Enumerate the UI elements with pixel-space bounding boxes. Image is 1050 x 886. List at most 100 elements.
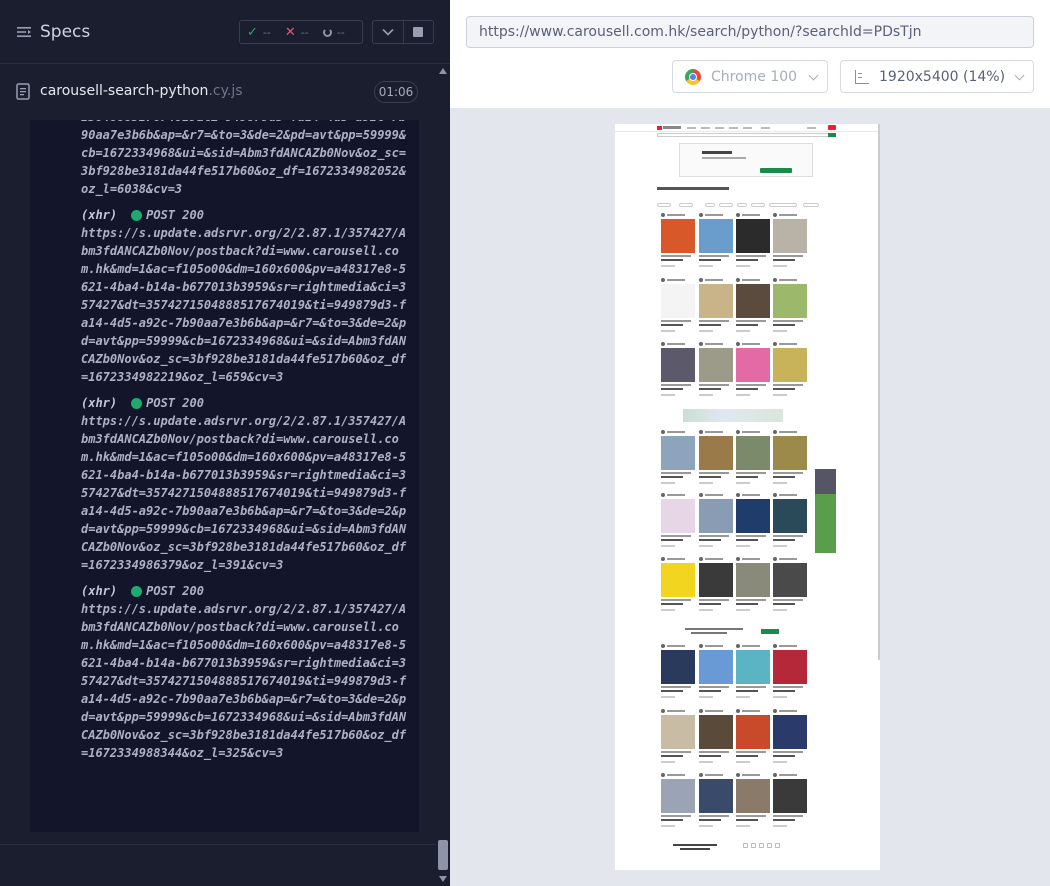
listing-card xyxy=(661,278,695,332)
log-entry-method: POST 200 xyxy=(146,396,204,410)
scrollbar-track[interactable] xyxy=(439,78,447,872)
chevron-down-icon xyxy=(382,28,394,36)
nav-link xyxy=(729,127,738,129)
log-entry-url: https://s.update.adsrvr.org/2/2.87.1/357… xyxy=(81,414,407,572)
listing-card xyxy=(736,430,770,484)
scrollbar-thumb[interactable] xyxy=(438,840,448,870)
listing-card xyxy=(661,430,695,484)
nav-link xyxy=(807,127,816,129)
listing-card xyxy=(736,493,770,547)
listing-card xyxy=(736,278,770,332)
status-dot-icon xyxy=(131,209,143,221)
site-search-button xyxy=(828,133,836,137)
listing-card xyxy=(661,709,695,763)
rating-prompt xyxy=(673,844,717,852)
listing-card xyxy=(699,493,733,547)
nav-link xyxy=(701,127,710,129)
site-logo-text xyxy=(663,126,681,129)
listing-card xyxy=(736,342,770,396)
log-entry-kind: (xhr) xyxy=(81,208,118,222)
listing-card xyxy=(699,773,733,827)
spec-file-name[interactable]: carousell-search-python.cy.js xyxy=(40,83,243,99)
listing-card xyxy=(773,644,807,698)
listing-card xyxy=(699,213,733,267)
viewport-size: 1920x5400 (14%) xyxy=(879,68,1006,85)
chrome-icon xyxy=(685,68,701,85)
app-under-test-panel: https://www.carousell.com.hk/search/pyth… xyxy=(450,0,1050,886)
stop-icon xyxy=(413,27,424,37)
filter-chip xyxy=(705,203,715,207)
browser-selector[interactable]: Chrome 100 xyxy=(672,60,828,93)
filter-chip xyxy=(679,203,693,207)
chevron-down-icon xyxy=(1014,70,1025,81)
nav-link xyxy=(743,127,752,129)
spec-name-base: carousell-search-python xyxy=(40,83,209,99)
reporter-footer-divider xyxy=(0,844,436,845)
ruler-icon xyxy=(855,69,869,84)
log-entry-method: POST 200 xyxy=(146,584,204,598)
listing-card xyxy=(699,709,733,763)
listing-card xyxy=(736,773,770,827)
pending-count: -- xyxy=(336,25,345,39)
filter-chip xyxy=(657,203,671,207)
spec-name-extension: .cy.js xyxy=(208,83,243,99)
check-icon: ✓ xyxy=(247,24,258,40)
listing-card xyxy=(699,342,733,396)
listing-card xyxy=(773,342,807,396)
listing-card xyxy=(773,493,807,547)
command-log-entry[interactable]: (xhr) POST 200 https://s.update.adsrvr.org… xyxy=(30,394,419,574)
filter-chip xyxy=(803,203,819,207)
log-entry-url: https://s.update.adsrvr.org/2/2.87.1/357… xyxy=(81,226,407,384)
listing-card xyxy=(773,430,807,484)
scroll-down-arrow-icon[interactable] xyxy=(439,876,447,882)
stop-button[interactable] xyxy=(402,21,433,43)
rating-stars xyxy=(743,843,780,848)
reporter-scrollbar[interactable] xyxy=(436,64,450,886)
log-entry-head: (xhr) POST 200 xyxy=(81,394,413,412)
passed-stat: ✓ -- xyxy=(240,25,278,40)
aut-url-bar[interactable]: https://www.carousell.com.hk/search/pyth… xyxy=(466,16,1034,48)
log-entry-method: POST 200 xyxy=(146,208,204,222)
mid-ad-banner xyxy=(683,409,783,422)
spec-duration: 01:06 xyxy=(374,81,418,103)
chevron-down-icon xyxy=(808,70,819,81)
listing-card xyxy=(773,557,807,611)
listing-card xyxy=(736,213,770,267)
spec-header: carousell-search-python.cy.js 01:06 xyxy=(0,64,450,120)
iframe-scrollbar xyxy=(878,124,880,660)
side-ad-banner xyxy=(815,469,836,553)
browser-name: Chrome 100 xyxy=(711,68,798,85)
listing-card xyxy=(699,278,733,332)
log-entry-head: (xhr) POST 200 xyxy=(81,582,413,600)
log-entry-head: (xhr) POST 200 xyxy=(81,206,413,224)
site-navbar xyxy=(615,124,880,132)
site-logo xyxy=(657,126,662,130)
aut-iframe[interactable] xyxy=(615,124,880,870)
listing-card xyxy=(736,557,770,611)
listing-card xyxy=(661,773,695,827)
listing-card xyxy=(736,709,770,763)
command-log-entry[interactable]: 1504888517674019&ti=949879d3-fa14-4d5-a9… xyxy=(30,120,419,198)
status-dot-icon xyxy=(131,585,143,597)
command-log-entry[interactable]: (xhr) POST 200 https://s.update.adsrvr.org… xyxy=(30,582,419,762)
specs-title[interactable]: Specs xyxy=(40,22,90,42)
listing-card xyxy=(699,557,733,611)
failed-stat: ✕ -- xyxy=(278,25,316,40)
sell-button xyxy=(828,125,836,130)
command-log: 1504888517674019&ti=949879d3-fa14-4d5-a9… xyxy=(30,120,419,832)
scroll-up-arrow-icon[interactable] xyxy=(439,68,447,74)
listing-card xyxy=(773,278,807,332)
command-log-entry[interactable]: (xhr) POST 200 https://s.update.adsrvr.org… xyxy=(30,206,419,386)
site-search-box xyxy=(657,133,835,137)
log-entry-url: 1504888517674019&ti=949879d3-fa14-4d5-a9… xyxy=(81,120,407,196)
listing-card xyxy=(773,709,807,763)
listing-card xyxy=(661,557,695,611)
ad-title xyxy=(702,151,732,154)
viewport-selector[interactable]: 1920x5400 (14%) xyxy=(840,60,1034,93)
failed-count: -- xyxy=(300,25,309,39)
specs-list-icon[interactable] xyxy=(16,24,32,40)
listing-card xyxy=(773,773,807,827)
nav-link xyxy=(761,127,770,129)
toggle-auto-scroll-button[interactable] xyxy=(373,21,403,43)
listing-card xyxy=(736,644,770,698)
